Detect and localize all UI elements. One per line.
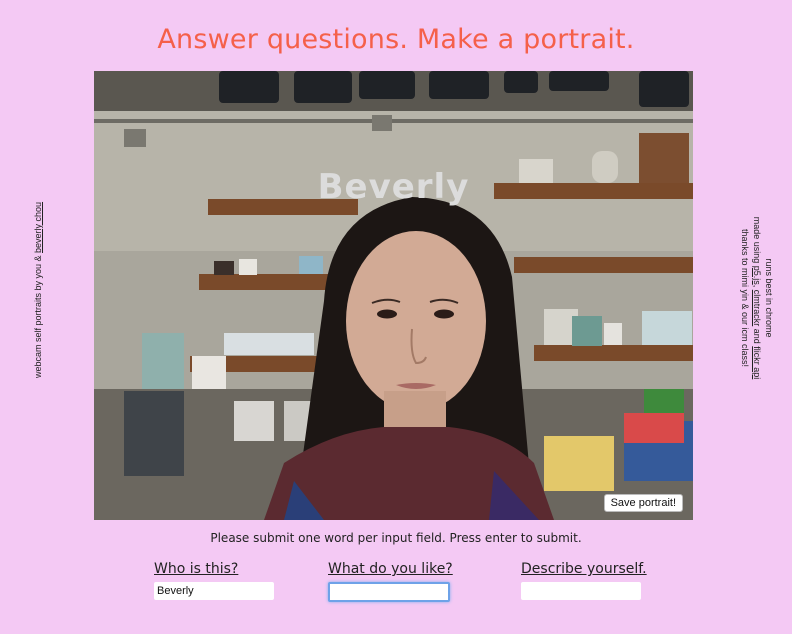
who-field-group: Who is this?: [154, 561, 274, 600]
describe-yourself-input[interactable]: [521, 582, 641, 600]
what-do-you-like-input[interactable]: [328, 582, 450, 602]
page-title: Answer questions. Make a portrait.: [157, 24, 635, 55]
thanks-line: thanks to mimi yin & our icm class!: [740, 228, 750, 368]
likes-field-group: What do you like?: [328, 561, 453, 602]
who-is-this-input[interactable]: [154, 582, 274, 600]
browser-note: runs best in chrome: [764, 258, 774, 338]
made-using-line: made using p5.js, clmtrackr and flickr a…: [751, 217, 763, 380]
describe-field-group: Describe yourself.: [521, 561, 647, 600]
author-link[interactable]: beverly chou: [33, 202, 43, 253]
flickr-api-link[interactable]: flickr api: [752, 346, 762, 379]
describe-yourself-label: Describe yourself.: [521, 561, 647, 577]
what-do-you-like-label: What do you like?: [328, 561, 453, 577]
clmtrackr-link[interactable]: clmtrackr: [752, 290, 762, 327]
credits-left-text: webcam self portraits by you &: [33, 252, 43, 379]
page: Answer questions. Make a portrait. webca…: [0, 0, 792, 634]
separator-text: and: [752, 326, 762, 347]
instructions-text: Please submit one word per input field. …: [210, 531, 582, 545]
who-is-this-label: Who is this?: [154, 561, 239, 577]
credits-left: webcam self portraits by you & beverly c…: [33, 202, 43, 378]
webcam-frame-image: [94, 71, 693, 520]
portrait-word-overlay: Beverly: [317, 167, 470, 207]
save-portrait-button[interactable]: Save portrait!: [603, 494, 683, 512]
p5js-link[interactable]: p5.js: [752, 266, 762, 285]
webcam-canvas: Beverly Save portrait!: [94, 71, 693, 520]
made-using-text: made using: [752, 216, 762, 266]
credits-right: runs best in chrome made using p5.js, cl…: [739, 217, 775, 380]
